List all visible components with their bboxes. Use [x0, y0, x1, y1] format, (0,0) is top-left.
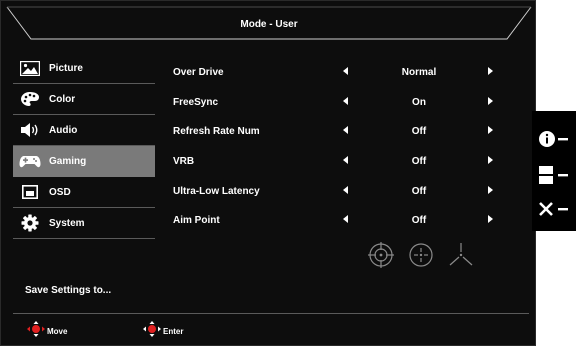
picture-icon	[19, 59, 41, 77]
joystick-enter-icon	[143, 321, 161, 342]
menu-item-label: Picture	[49, 62, 83, 74]
arrow-left-icon[interactable]	[343, 156, 348, 164]
aim-point-options	[367, 241, 477, 271]
footer-divider	[13, 313, 529, 314]
setting-label: Refresh Rate Num	[173, 126, 260, 137]
setting-label: Over Drive	[173, 67, 224, 78]
arrow-left-icon[interactable]	[343, 67, 348, 75]
menu-item-label: Audio	[49, 124, 78, 136]
menu-item-gaming[interactable]: Gaming	[13, 146, 155, 177]
menu-item-label: System	[49, 217, 85, 229]
input-icon	[538, 165, 570, 190]
setting-row-vrb[interactable]: VRB Off	[173, 152, 503, 172]
arrow-right-icon[interactable]	[488, 156, 493, 164]
osd-window-icon	[19, 183, 41, 201]
crosshair-dot-icon[interactable]	[407, 241, 435, 274]
setting-label: FreeSync	[173, 97, 219, 108]
close-icon	[538, 201, 570, 222]
main-menu: Picture Color Audio Gaming OSD System	[13, 53, 155, 239]
setting-row-aim-point[interactable]: Aim Point Off	[173, 211, 503, 231]
menu-item-label: Gaming	[49, 155, 87, 167]
menu-item-color[interactable]: Color	[13, 84, 155, 115]
arrow-left-icon[interactable]	[343, 186, 348, 194]
menu-item-label: OSD	[49, 186, 71, 198]
arrow-left-icon[interactable]	[343, 97, 348, 105]
speaker-icon	[19, 121, 41, 139]
info-button[interactable]	[532, 125, 576, 157]
setting-value: On	[412, 97, 426, 108]
joystick-move-icon	[27, 321, 45, 342]
menu-item-label: Color	[49, 93, 76, 105]
setting-value: Normal	[401, 67, 437, 78]
gamepad-icon	[19, 152, 41, 170]
arrow-right-icon[interactable]	[488, 215, 493, 223]
hint-move: Move	[27, 321, 67, 342]
setting-value: Off	[411, 186, 427, 197]
palette-icon	[19, 90, 41, 108]
arrow-right-icon[interactable]	[488, 67, 493, 75]
setting-label: VRB	[173, 156, 195, 167]
setting-row-freesync[interactable]: FreeSync On	[173, 93, 503, 113]
page-title: Mode - User	[240, 19, 298, 30]
arrow-right-icon[interactable]	[488, 126, 493, 134]
arrow-left-icon[interactable]	[343, 126, 348, 134]
arrow-left-icon[interactable]	[343, 215, 348, 223]
menu-item-picture[interactable]: Picture	[13, 53, 155, 84]
gear-icon	[19, 214, 41, 232]
arrow-right-icon[interactable]	[488, 186, 493, 194]
setting-value: Off	[411, 126, 427, 137]
menu-item-osd[interactable]: OSD	[13, 177, 155, 208]
hint-enter: Enter	[143, 321, 183, 342]
setting-value: Off	[411, 215, 427, 226]
hint-enter-label: Enter	[163, 327, 184, 336]
crosshair-tri-icon[interactable]	[447, 241, 475, 274]
close-button[interactable]	[532, 195, 576, 227]
arrow-right-icon[interactable]	[488, 97, 493, 105]
hint-move-label: Move	[47, 327, 68, 336]
hotkey-panel	[532, 111, 576, 231]
menu-item-system[interactable]: System	[13, 208, 155, 239]
setting-row-over-drive[interactable]: Over Drive Normal	[173, 63, 503, 83]
save-settings-button[interactable]: Save Settings to...	[25, 285, 111, 296]
setting-row-refresh-rate-num[interactable]: Refresh Rate Num Off	[173, 122, 503, 142]
setting-value: Off	[411, 156, 427, 167]
info-icon	[538, 130, 570, 153]
setting-row-ultra-low-latency[interactable]: Ultra-Low Latency Off	[173, 182, 503, 202]
crosshair-circle-icon[interactable]	[367, 241, 395, 274]
osd-menu: Mode - User Picture Color Audio Gaming O…	[0, 0, 536, 346]
menu-item-audio[interactable]: Audio	[13, 115, 155, 146]
title-bar: Mode - User	[1, 1, 537, 43]
input-button[interactable]	[532, 161, 576, 193]
setting-label: Aim Point	[173, 215, 220, 226]
setting-label: Ultra-Low Latency	[173, 186, 260, 197]
